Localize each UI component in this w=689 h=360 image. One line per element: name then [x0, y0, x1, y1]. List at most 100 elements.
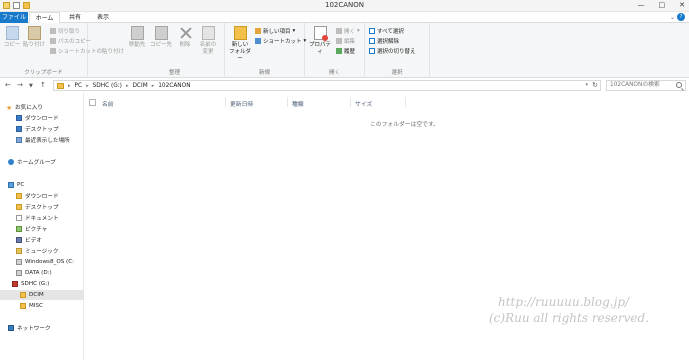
history-button[interactable]: 履歴 [336, 47, 355, 55]
maximize-button[interactable]: □ [659, 1, 666, 9]
select-none-button[interactable]: 選択解除 [369, 37, 399, 45]
nav-item-favorites[interactable]: ★ お気に入り [0, 102, 84, 112]
nav-label-network: ネットワーク [17, 326, 51, 332]
nav-item-pc-desktop[interactable]: デスクトップ [0, 202, 84, 212]
copy-to-button[interactable]: コピー先 [150, 26, 172, 49]
properties-button[interactable]: プロパティ [308, 26, 332, 56]
folder-icon [20, 303, 26, 309]
forward-arrow-icon[interactable]: → [17, 81, 23, 89]
nav-label-favorites: お気に入り [15, 105, 43, 111]
new-folder-label-line1: 新しい [231, 42, 249, 48]
breadcrumb-102canon[interactable]: 102CANON [158, 83, 190, 89]
rename-label-line2: 変更 [202, 49, 214, 55]
back-arrow-icon[interactable]: ← [5, 81, 11, 89]
sd-card-icon [12, 281, 18, 287]
copy-path-label: パスのコピー [58, 39, 92, 45]
help-icon[interactable]: ? [677, 13, 685, 21]
select-all-checkbox[interactable] [89, 99, 96, 106]
new-item-button[interactable]: 新しい項目 ▾ [255, 27, 295, 35]
videos-icon [16, 237, 22, 243]
nav-item-data-drive[interactable]: DATA (D:) [0, 268, 84, 278]
move-to-button[interactable]: 移動先 [127, 26, 147, 49]
refresh-icon[interactable]: ↻ [592, 81, 598, 89]
nav-item-desktop[interactable]: デスクトップ [0, 124, 84, 134]
invert-selection-button[interactable]: 選択の切り替え [369, 47, 416, 55]
nav-item-pc-downloads[interactable]: ダウンロード [0, 191, 84, 201]
nav-item-sdhc-drive[interactable]: SDHC (G:) [0, 279, 84, 289]
nav-item-misc[interactable]: MISC [0, 301, 84, 311]
copy-path-button[interactable]: パスのコピー [50, 37, 91, 45]
group-new: 新しい フォルダー 新しい項目 ▾ ショートカット ▾ 新規 [225, 23, 306, 78]
scissors-icon [50, 28, 56, 34]
folder-icon [57, 82, 64, 89]
breadcrumb-separator-icon[interactable]: ▸ [126, 83, 129, 89]
nav-label-documents: ドキュメント [25, 216, 59, 222]
address-bar[interactable]: ▸ PC ▸ SDHC (G:) ▸ DCIM ▸ 102CANON ▾ ↻ [53, 80, 601, 91]
tab-view[interactable]: 表示 [90, 12, 116, 23]
paste-button[interactable]: 貼り付け [23, 26, 45, 49]
open-button[interactable]: 開く ▾ [336, 27, 360, 35]
column-divider[interactable] [350, 97, 351, 107]
group-organize: 移動先 コピー先 削除 名前の 変更 整理 [125, 23, 225, 78]
cut-button[interactable]: 切り取り [50, 27, 80, 35]
ribbon-expand-icon[interactable]: ⌄ [670, 14, 675, 21]
breadcrumb-separator-icon[interactable]: ▸ [152, 83, 155, 89]
tab-share[interactable]: 共有 [62, 12, 88, 23]
pictures-icon [16, 226, 22, 232]
column-header-type[interactable]: 種類 [292, 99, 304, 108]
close-button[interactable]: ✕ [679, 1, 685, 9]
nav-item-windows-os-drive[interactable]: Windows8_OS (C: [0, 257, 84, 267]
group-label-select: 選択 [391, 70, 403, 76]
column-header-size[interactable]: サイズ [355, 99, 372, 108]
column-divider[interactable] [287, 97, 288, 107]
properties-icon [313, 26, 328, 41]
breadcrumb-sdhc[interactable]: SDHC (G:) [93, 83, 122, 89]
column-divider[interactable] [225, 97, 226, 107]
new-folder-button[interactable]: 新しい フォルダー [228, 26, 252, 63]
nav-item-videos[interactable]: ビデオ [0, 235, 84, 245]
breadcrumb-pc[interactable]: PC [75, 83, 83, 89]
nav-label-homegroup: ホームグループ [17, 160, 56, 166]
column-header-name[interactable]: 名前 [102, 99, 114, 108]
recent-locations-chevron-icon[interactable]: ▼ [29, 83, 33, 89]
nav-item-pictures[interactable]: ピクチャ [0, 224, 84, 234]
nav-label-pc: PC [17, 182, 25, 188]
paste-shortcut-button[interactable]: ショートカットの貼り付け [50, 47, 124, 55]
copy-button[interactable]: コピー [3, 26, 21, 49]
breadcrumb-separator-icon[interactable]: ▸ [68, 83, 71, 89]
nav-item-recent-places[interactable]: 最近表示した場所 [0, 135, 84, 145]
chevron-down-icon: ▾ [292, 28, 296, 34]
breadcrumb-separator-icon[interactable]: ▸ [86, 83, 89, 89]
breadcrumb-dcim[interactable]: DCIM [132, 83, 147, 89]
nav-item-music[interactable]: ミュージック [0, 246, 84, 256]
search-icon[interactable] [676, 82, 682, 88]
new-item-icon [255, 28, 261, 34]
recent-places-icon [16, 137, 22, 143]
copy-to-icon [154, 26, 168, 40]
group-open: プロパティ 開く ▾ 編集 履歴 開く [305, 23, 365, 78]
nav-label-videos: ビデオ [25, 238, 42, 244]
group-select: すべて選択 選択解除 選択の切り替え 選択 [365, 23, 430, 78]
rename-button[interactable]: 名前の 変更 [197, 26, 219, 56]
nav-item-network[interactable]: ネットワーク [0, 323, 84, 333]
watermark-copyright: (c)Ruu all rights reserved. [489, 311, 650, 325]
address-history-chevron-icon[interactable]: ▾ [585, 82, 588, 88]
column-header-date[interactable]: 更新日時 [230, 99, 253, 108]
nav-item-downloads[interactable]: ダウンロード [0, 113, 84, 123]
select-all-button[interactable]: すべて選択 [369, 27, 404, 35]
shortcut-button[interactable]: ショートカット ▾ [255, 37, 306, 45]
nav-item-homegroup[interactable]: ホームグループ [0, 157, 84, 167]
nav-label-misc: MISC [29, 303, 43, 309]
delete-button[interactable]: 削除 [176, 26, 194, 49]
nav-item-dcim[interactable]: DCIM [0, 290, 84, 300]
column-divider[interactable] [405, 97, 406, 107]
edit-button[interactable]: 編集 [336, 37, 355, 45]
nav-label-pc-desktop: デスクトップ [25, 205, 59, 211]
nav-item-pc[interactable]: PC [0, 180, 84, 190]
tab-file[interactable]: ファイル [0, 12, 28, 23]
search-input[interactable]: 102CANONの検索 [606, 80, 686, 91]
shortcut-label: ショートカット [263, 39, 302, 45]
nav-item-documents[interactable]: ドキュメント [0, 213, 84, 223]
up-arrow-icon[interactable]: ↑ [40, 81, 46, 89]
minimize-button[interactable]: — [638, 1, 645, 9]
